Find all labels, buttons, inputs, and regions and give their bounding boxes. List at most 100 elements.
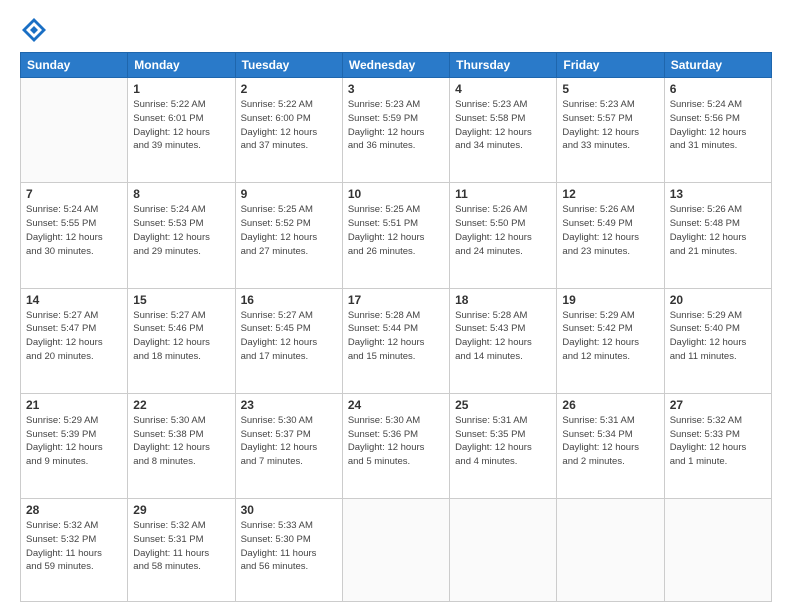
day-number: 19 [562, 293, 658, 307]
day-cell [342, 499, 449, 602]
day-info: Sunrise: 5:22 AM Sunset: 6:00 PM Dayligh… [241, 98, 337, 153]
day-cell: 28 Sunrise: 5:32 AM Sunset: 5:32 PM Dayli… [21, 499, 128, 602]
day-info: Sunrise: 5:31 AM Sunset: 5:34 PM Dayligh… [562, 414, 658, 469]
day-number: 25 [455, 398, 551, 412]
day-info: Sunrise: 5:27 AM Sunset: 5:46 PM Dayligh… [133, 309, 229, 364]
day-number: 3 [348, 82, 444, 96]
day-info: Sunrise: 5:27 AM Sunset: 5:47 PM Dayligh… [26, 309, 122, 364]
day-cell [21, 78, 128, 183]
day-cell: 11 Sunrise: 5:26 AM Sunset: 5:50 PM Dayli… [450, 183, 557, 288]
day-number: 28 [26, 503, 122, 517]
day-number: 10 [348, 187, 444, 201]
day-cell: 21Sunrise: 5:29 AM Sunset: 5:39 PM Dayli… [21, 393, 128, 498]
day-number: 27 [670, 398, 766, 412]
day-number: 26 [562, 398, 658, 412]
page: SundayMondayTuesdayWednesdayThursdayFrid… [0, 0, 792, 612]
day-info: Sunrise: 5:28 AM Sunset: 5:44 PM Dayligh… [348, 309, 444, 364]
day-info: Sunrise: 5:31 AM Sunset: 5:35 PM Dayligh… [455, 414, 551, 469]
day-number: 1 [133, 82, 229, 96]
day-info: Sunrise: 5:29 AM Sunset: 5:39 PM Dayligh… [26, 414, 122, 469]
day-cell: 14 Sunrise: 5:27 AM Sunset: 5:47 PM Dayli… [21, 288, 128, 393]
day-number: 15 [133, 293, 229, 307]
day-number: 9 [241, 187, 337, 201]
day-number: 22 [133, 398, 229, 412]
day-number: 20 [670, 293, 766, 307]
day-info: Sunrise: 5:24 AM Sunset: 5:55 PM Dayligh… [26, 203, 122, 258]
day-cell: 8 Sunrise: 5:24 AM Sunset: 5:53 PM Daylig… [128, 183, 235, 288]
day-cell: 15 Sunrise: 5:27 AM Sunset: 5:46 PM Dayli… [128, 288, 235, 393]
day-info: Sunrise: 5:29 AM Sunset: 5:40 PM Dayligh… [670, 309, 766, 364]
day-info: Sunrise: 5:32 AM Sunset: 5:32 PM Dayligh… [26, 519, 122, 574]
day-cell: 25 Sunrise: 5:31 AM Sunset: 5:35 PM Dayli… [450, 393, 557, 498]
week-row-1: 1 Sunrise: 5:22 AM Sunset: 6:01 PM Daylig… [21, 78, 772, 183]
day-cell: 19 Sunrise: 5:29 AM Sunset: 5:42 PM Dayli… [557, 288, 664, 393]
weekday-header-thursday: Thursday [450, 53, 557, 78]
weekday-header-row: SundayMondayTuesdayWednesdayThursdayFrid… [21, 53, 772, 78]
day-info: Sunrise: 5:26 AM Sunset: 5:49 PM Dayligh… [562, 203, 658, 258]
day-info: Sunrise: 5:32 AM Sunset: 5:31 PM Dayligh… [133, 519, 229, 574]
day-info: Sunrise: 5:25 AM Sunset: 5:51 PM Dayligh… [348, 203, 444, 258]
day-cell: 27 Sunrise: 5:32 AM Sunset: 5:33 PM Dayli… [664, 393, 771, 498]
day-info: Sunrise: 5:30 AM Sunset: 5:37 PM Dayligh… [241, 414, 337, 469]
weekday-header-monday: Monday [128, 53, 235, 78]
logo [20, 16, 52, 44]
day-number: 6 [670, 82, 766, 96]
day-cell: 9Sunrise: 5:25 AM Sunset: 5:52 PM Daylig… [235, 183, 342, 288]
day-info: Sunrise: 5:23 AM Sunset: 5:58 PM Dayligh… [455, 98, 551, 153]
day-cell: 23 Sunrise: 5:30 AM Sunset: 5:37 PM Dayli… [235, 393, 342, 498]
day-cell: 18 Sunrise: 5:28 AM Sunset: 5:43 PM Dayli… [450, 288, 557, 393]
day-cell: 26 Sunrise: 5:31 AM Sunset: 5:34 PM Dayli… [557, 393, 664, 498]
week-row-5: 28 Sunrise: 5:32 AM Sunset: 5:32 PM Dayli… [21, 499, 772, 602]
day-number: 18 [455, 293, 551, 307]
day-info: Sunrise: 5:27 AM Sunset: 5:45 PM Dayligh… [241, 309, 337, 364]
day-cell: 16 Sunrise: 5:27 AM Sunset: 5:45 PM Dayli… [235, 288, 342, 393]
day-cell: 3 Sunrise: 5:23 AM Sunset: 5:59 PM Daylig… [342, 78, 449, 183]
day-cell: 1 Sunrise: 5:22 AM Sunset: 6:01 PM Daylig… [128, 78, 235, 183]
day-cell: 13Sunrise: 5:26 AM Sunset: 5:48 PM Dayli… [664, 183, 771, 288]
day-number: 16 [241, 293, 337, 307]
day-cell: 7 Sunrise: 5:24 AM Sunset: 5:55 PM Daylig… [21, 183, 128, 288]
day-info: Sunrise: 5:23 AM Sunset: 5:57 PM Dayligh… [562, 98, 658, 153]
day-number: 2 [241, 82, 337, 96]
week-row-2: 7 Sunrise: 5:24 AM Sunset: 5:55 PM Daylig… [21, 183, 772, 288]
weekday-header-tuesday: Tuesday [235, 53, 342, 78]
day-cell [450, 499, 557, 602]
day-number: 23 [241, 398, 337, 412]
day-number: 17 [348, 293, 444, 307]
day-number: 13 [670, 187, 766, 201]
day-cell: 12 Sunrise: 5:26 AM Sunset: 5:49 PM Dayli… [557, 183, 664, 288]
day-number: 11 [455, 187, 551, 201]
weekday-header-saturday: Saturday [664, 53, 771, 78]
weekday-header-wednesday: Wednesday [342, 53, 449, 78]
day-number: 14 [26, 293, 122, 307]
day-cell: 22 Sunrise: 5:30 AM Sunset: 5:38 PM Dayli… [128, 393, 235, 498]
day-info: Sunrise: 5:29 AM Sunset: 5:42 PM Dayligh… [562, 309, 658, 364]
day-number: 8 [133, 187, 229, 201]
day-info: Sunrise: 5:22 AM Sunset: 6:01 PM Dayligh… [133, 98, 229, 153]
header [20, 16, 772, 44]
day-cell: 6 Sunrise: 5:24 AM Sunset: 5:56 PM Daylig… [664, 78, 771, 183]
weekday-header-sunday: Sunday [21, 53, 128, 78]
day-number: 4 [455, 82, 551, 96]
day-cell: 29Sunrise: 5:32 AM Sunset: 5:31 PM Dayli… [128, 499, 235, 602]
day-number: 7 [26, 187, 122, 201]
day-cell: 10 Sunrise: 5:25 AM Sunset: 5:51 PM Dayli… [342, 183, 449, 288]
day-cell: 20 Sunrise: 5:29 AM Sunset: 5:40 PM Dayli… [664, 288, 771, 393]
day-number: 24 [348, 398, 444, 412]
day-info: Sunrise: 5:23 AM Sunset: 5:59 PM Dayligh… [348, 98, 444, 153]
day-info: Sunrise: 5:30 AM Sunset: 5:38 PM Dayligh… [133, 414, 229, 469]
day-cell: 17 Sunrise: 5:28 AM Sunset: 5:44 PM Dayli… [342, 288, 449, 393]
day-cell: 4 Sunrise: 5:23 AM Sunset: 5:58 PM Daylig… [450, 78, 557, 183]
week-row-3: 14 Sunrise: 5:27 AM Sunset: 5:47 PM Dayli… [21, 288, 772, 393]
day-info: Sunrise: 5:24 AM Sunset: 5:56 PM Dayligh… [670, 98, 766, 153]
day-info: Sunrise: 5:28 AM Sunset: 5:43 PM Dayligh… [455, 309, 551, 364]
day-info: Sunrise: 5:33 AM Sunset: 5:30 PM Dayligh… [241, 519, 337, 574]
weekday-header-friday: Friday [557, 53, 664, 78]
day-info: Sunrise: 5:30 AM Sunset: 5:36 PM Dayligh… [348, 414, 444, 469]
day-info: Sunrise: 5:32 AM Sunset: 5:33 PM Dayligh… [670, 414, 766, 469]
day-number: 12 [562, 187, 658, 201]
day-cell [664, 499, 771, 602]
day-info: Sunrise: 5:26 AM Sunset: 5:50 PM Dayligh… [455, 203, 551, 258]
day-info: Sunrise: 5:24 AM Sunset: 5:53 PM Dayligh… [133, 203, 229, 258]
day-cell: 30Sunrise: 5:33 AM Sunset: 5:30 PM Dayli… [235, 499, 342, 602]
